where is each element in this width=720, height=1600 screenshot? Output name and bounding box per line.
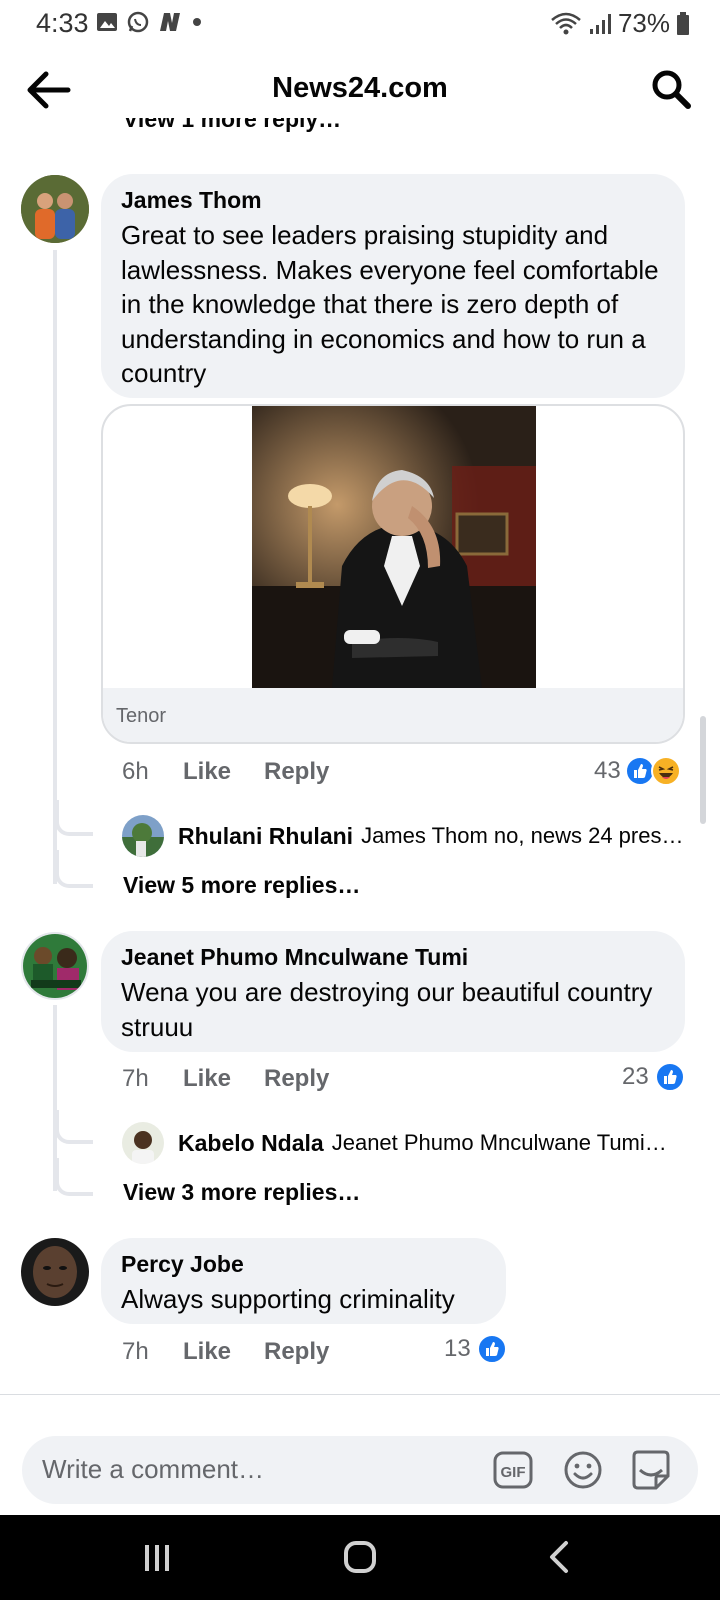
- news24-notification-icon: [160, 13, 180, 31]
- profile-photo-image: [21, 175, 89, 243]
- view-more-replies-partial-label: View 1 more reply…: [123, 118, 342, 132]
- reply-author[interactable]: Rhulani Rhulani: [178, 823, 353, 850]
- reply-button[interactable]: Reply: [264, 1338, 329, 1366]
- reaction-summary[interactable]: 43: [594, 756, 681, 786]
- view-more-replies[interactable]: View 3 more replies…: [123, 1179, 360, 1206]
- comment-composer[interactable]: Write a comment… GIF: [22, 1436, 698, 1504]
- system-navigation-bar: [0, 1515, 720, 1600]
- gif-icon[interactable]: GIF: [492, 1449, 534, 1491]
- avatar[interactable]: [21, 1238, 89, 1306]
- comment-time[interactable]: 6h: [122, 758, 183, 786]
- reply-author[interactable]: Kabelo Ndala: [178, 1130, 324, 1157]
- more-replies-branch-line: [55, 1158, 93, 1196]
- comment-author[interactable]: James Thom: [121, 186, 665, 214]
- profile-photo-image: [23, 934, 87, 998]
- profile-photo-image: [122, 1122, 164, 1164]
- status-bar: 4:33 73%: [0, 0, 720, 46]
- sticker-icon[interactable]: [628, 1448, 674, 1492]
- comment-actions: 7h Like Reply: [122, 1065, 329, 1093]
- reply-branch-line: [55, 800, 93, 836]
- more-notifications-dot-icon: [193, 18, 201, 26]
- reply-preview[interactable]: Kabelo Ndala Jeanet Phumo Mnculwane Tumi…: [122, 1122, 667, 1164]
- gif-source-bar: Tenor: [103, 688, 683, 742]
- reaction-summary[interactable]: 13: [444, 1334, 507, 1364]
- page-title: News24.com: [272, 72, 448, 104]
- reply-snippet: James Thom no, news 24 pres…: [361, 823, 684, 848]
- page-header: News24.com: [0, 54, 720, 126]
- battery-percent: 73%: [617, 8, 670, 38]
- comment-time[interactable]: 7h: [122, 1338, 183, 1366]
- reply-snippet: Jeanet Phumo Mnculwane Tumi…: [331, 1130, 667, 1155]
- comment-bubble[interactable]: James Thom Great to see leaders praising…: [101, 174, 685, 398]
- avatar[interactable]: [21, 175, 89, 243]
- gif-source-label: Tenor: [116, 705, 167, 727]
- reply-button[interactable]: Reply: [264, 758, 329, 786]
- reaction-count: 13: [444, 1335, 471, 1362]
- like-button[interactable]: Like: [183, 1338, 264, 1366]
- comment-author[interactable]: Percy Jobe: [121, 1250, 486, 1278]
- scrollbar-thumb[interactable]: [700, 716, 706, 824]
- reply-preview[interactable]: Rhulani Rhulani James Thom no, news 24 p…: [122, 815, 683, 857]
- comment-bubble[interactable]: Jeanet Phumo Mnculwane Tumi Wena you are…: [101, 931, 685, 1052]
- more-replies-branch-line: [55, 850, 93, 888]
- comment-bubble[interactable]: Percy Jobe Always supporting criminality: [101, 1238, 506, 1324]
- profile-photo-image: [21, 1238, 89, 1306]
- view-more-replies[interactable]: View 5 more replies…: [123, 872, 360, 899]
- home-icon[interactable]: [342, 1539, 378, 1575]
- reaction-count: 23: [622, 1063, 649, 1090]
- whatsapp-notification-icon: [127, 11, 149, 33]
- wifi-icon: [551, 12, 581, 34]
- like-icon: [654, 1062, 685, 1092]
- comment-text: Wena you are destroying our beautiful co…: [121, 977, 653, 1042]
- comment-text: Always supporting criminality: [121, 1284, 455, 1314]
- avatar[interactable]: [122, 1122, 164, 1164]
- comment-text: Great to see leaders praising stupidity …: [121, 220, 659, 388]
- reaction-count: 43: [594, 757, 621, 784]
- comment-author[interactable]: Jeanet Phumo Mnculwane Tumi: [121, 943, 665, 971]
- comment-time[interactable]: 7h: [122, 1065, 183, 1093]
- avatar[interactable]: [122, 815, 164, 857]
- gif-attachment[interactable]: Tenor: [101, 404, 685, 744]
- gif-image[interactable]: [252, 406, 536, 688]
- search-icon[interactable]: [650, 68, 692, 110]
- profile-photo-image: [122, 815, 164, 857]
- battery-icon: [677, 11, 689, 35]
- recent-apps-icon[interactable]: [140, 1541, 174, 1575]
- like-button[interactable]: Like: [183, 758, 264, 786]
- reply-button[interactable]: Reply: [264, 1065, 329, 1093]
- emoji-icon[interactable]: [562, 1449, 604, 1491]
- avatar[interactable]: [21, 932, 89, 1000]
- comment-actions: 6h Like Reply: [122, 758, 329, 786]
- composer-divider: [0, 1394, 720, 1395]
- gallery-notification-icon: [97, 13, 117, 31]
- like-icon: [476, 1334, 507, 1364]
- thread-line: [53, 250, 57, 884]
- haha-icon: [650, 756, 681, 786]
- status-time: 4:33: [36, 8, 89, 38]
- reply-branch-line: [55, 1110, 93, 1144]
- comment-actions: 7h Like Reply: [122, 1338, 329, 1366]
- comment-input-placeholder[interactable]: Write a comment…: [42, 1454, 264, 1485]
- view-more-replies-partial[interactable]: View 1 more reply…: [123, 118, 463, 142]
- signal-icon: [589, 13, 611, 34]
- svg-text:GIF: GIF: [501, 1464, 526, 1481]
- reaction-summary[interactable]: 23: [622, 1062, 685, 1092]
- back-icon[interactable]: [546, 1539, 574, 1575]
- like-button[interactable]: Like: [183, 1065, 264, 1093]
